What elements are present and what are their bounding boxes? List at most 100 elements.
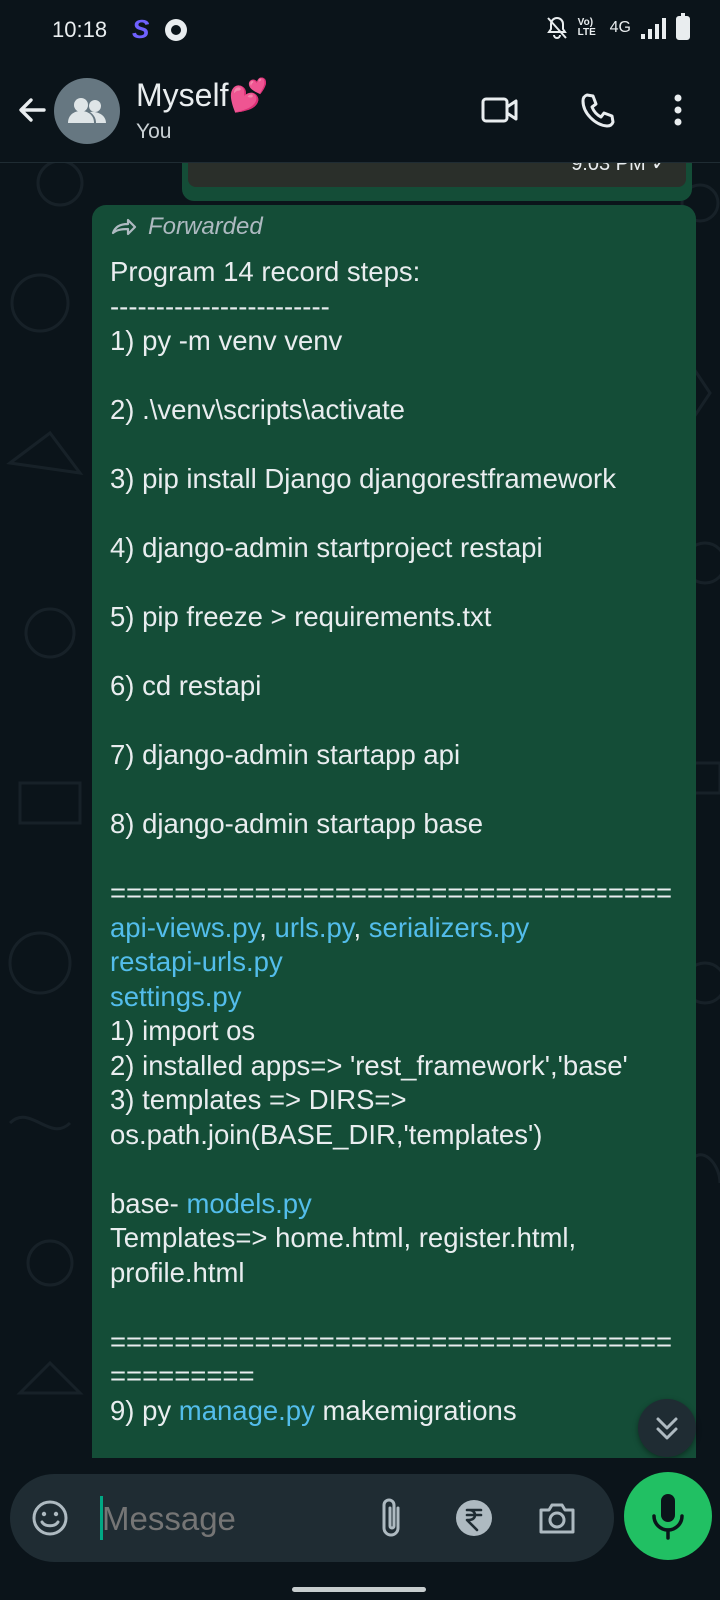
message-text-span: base-: [110, 1187, 187, 1219]
message-text-span: 2) .\venv\scripts\activate: [110, 394, 405, 425]
message-text-span: =========: [110, 1360, 255, 1391]
attach-icon[interactable]: [376, 1496, 408, 1540]
chat-subtitle: You: [136, 120, 172, 143]
status-bar: 10:18 S Vo) LTE 4G: [0, 0, 720, 62]
message-line: settings.py: [110, 980, 682, 1015]
message-line: 6) cd restapi: [110, 669, 682, 704]
message-line: base- models.py: [110, 1187, 682, 1222]
more-options-icon[interactable]: [664, 90, 692, 130]
message-line: [110, 635, 682, 670]
notification-app-icon: [165, 19, 187, 41]
emoji-icon[interactable]: [30, 1498, 70, 1538]
file-link[interactable]: api-views.py: [110, 912, 259, 943]
message-text-span: os.path.join(BASE_DIR,'templates'): [110, 1118, 543, 1150]
message-line: 1) py -m venv venv: [110, 324, 682, 359]
mic-icon: [652, 1494, 684, 1540]
voice-call-icon[interactable]: [578, 90, 618, 130]
message-line: =========: [110, 1359, 682, 1394]
network-label: 4G: [609, 19, 631, 36]
message-line: 4) django-admin startproject restapi: [110, 531, 682, 566]
s-app-icon: S: [132, 14, 150, 44]
status-time: 10:18: [52, 17, 108, 42]
message-line: ===================================: [110, 1325, 682, 1360]
message-timestamp: 9:03 PM: [571, 163, 646, 175]
message-text-span: 9) py: [110, 1394, 179, 1426]
forwarded-indicator: Forwarded: [110, 213, 263, 241]
message-line: 2) .\venv\scripts\activate: [110, 393, 682, 428]
double-chevron-down-icon: [656, 1417, 678, 1440]
message-line: 5) pip freeze > requirements.txt: [110, 600, 682, 635]
file-link[interactable]: urls.py: [275, 912, 354, 943]
message-line: Program 14 record steps:: [110, 255, 682, 290]
mute-bell-icon: [546, 16, 567, 39]
voice-record-button[interactable]: [624, 1472, 712, 1560]
message-input-container[interactable]: [10, 1474, 614, 1562]
file-link[interactable]: settings.py: [110, 981, 241, 1012]
message-bubble[interactable]: Forwarded Program 14 record steps: ------…: [92, 205, 696, 1458]
message-line: [110, 773, 682, 808]
message-text-span: ,: [259, 911, 275, 943]
message-text-span: 3) pip install Django djangorestframewor…: [110, 463, 616, 494]
gesture-handle[interactable]: [292, 1587, 426, 1592]
forwarded-label: Forwarded: [148, 213, 263, 240]
message-text-span: 1) import os: [110, 1015, 256, 1046]
group-avatar-icon: [68, 98, 106, 123]
message-text-span: 8) django-admin startapp base: [110, 808, 484, 839]
message-line: 2) installed apps=> 'rest_framework','ba…: [110, 1049, 682, 1084]
message-line: [110, 842, 682, 877]
message-text-span: 6) cd restapi: [110, 670, 262, 701]
message-text-span: ===================================: [110, 1325, 673, 1357]
message-text-span: 4) django-admin startproject restapi: [110, 532, 543, 563]
avatar[interactable]: [54, 78, 120, 144]
composer-bar: [0, 1458, 720, 1568]
previous-message-bubble[interactable]: 9:03 PM ✓: [182, 163, 692, 201]
message-line: [110, 497, 682, 532]
message-text-span: Program 14 record steps:: [110, 256, 421, 287]
message-text-span: ,: [353, 911, 369, 943]
message-text-span: 3) templates => DIRS=>: [110, 1084, 407, 1115]
chat-header: Myself💕 You: [0, 62, 720, 163]
message-text-span: makemigrations: [314, 1394, 517, 1426]
camera-icon[interactable]: [536, 1498, 578, 1538]
back-arrow-icon[interactable]: [14, 92, 50, 128]
message-text-span: 7) django-admin startapp api: [110, 739, 461, 770]
scroll-to-bottom-button[interactable]: [638, 1399, 696, 1457]
message-line: os.path.join(BASE_DIR,'templates'): [110, 1118, 682, 1153]
message-line: 9) py manage.py makemigrations: [110, 1394, 682, 1429]
message-line: 3) templates => DIRS=>: [110, 1083, 682, 1118]
message-input[interactable]: [102, 1500, 372, 1538]
file-link[interactable]: serializers.py: [369, 912, 529, 943]
chat-area[interactable]: 9:03 PM ✓ Forwarded Program 14 record st…: [0, 163, 720, 1458]
message-line: [110, 428, 682, 463]
message-line: [110, 704, 682, 739]
system-nav-bar: [0, 1568, 720, 1600]
message-line: [110, 1290, 682, 1325]
message-text-span: 5) pip freeze > requirements.txt: [110, 601, 492, 632]
message-text-span: Templates=> home.html, register.html,: [110, 1222, 577, 1253]
message-line: 7) django-admin startapp api: [110, 738, 682, 773]
forwarded-arrow-icon: [111, 218, 137, 236]
rupee-payment-icon[interactable]: [454, 1498, 494, 1538]
sent-check-icon: ✓: [651, 163, 668, 175]
message-line: ------------------------: [110, 290, 682, 325]
message-line: api-views.py, urls.py, serializers.py: [110, 911, 682, 946]
file-link[interactable]: restapi-urls.py: [110, 946, 283, 977]
message-time: 9:03 PM ✓: [571, 163, 668, 176]
message-line: 8) django-admin startapp base: [110, 807, 682, 842]
volte-label: Vo) LTE: [577, 17, 596, 38]
message-line: 1) import os: [110, 1014, 682, 1049]
video-call-icon[interactable]: [480, 90, 520, 130]
message-text: Program 14 record steps: ----------------…: [110, 255, 682, 1428]
message-line: [110, 359, 682, 394]
message-text-span: 2) installed apps=> 'rest_framework','ba…: [110, 1049, 628, 1081]
message-line: Templates=> home.html, register.html,: [110, 1221, 682, 1256]
message-line: 3) pip install Django djangorestframewor…: [110, 462, 682, 497]
message-text-span: profile.html: [110, 1256, 245, 1288]
message-text-span: ===================================: [110, 877, 673, 908]
battery-icon: [676, 13, 690, 40]
chat-title[interactable]: Myself💕: [136, 76, 268, 114]
file-link[interactable]: models.py: [186, 1188, 311, 1219]
status-icons: Vo) LTE 4G: [546, 13, 690, 40]
message-text-span: ------------------------: [110, 290, 330, 322]
file-link[interactable]: manage.py: [179, 1395, 315, 1426]
